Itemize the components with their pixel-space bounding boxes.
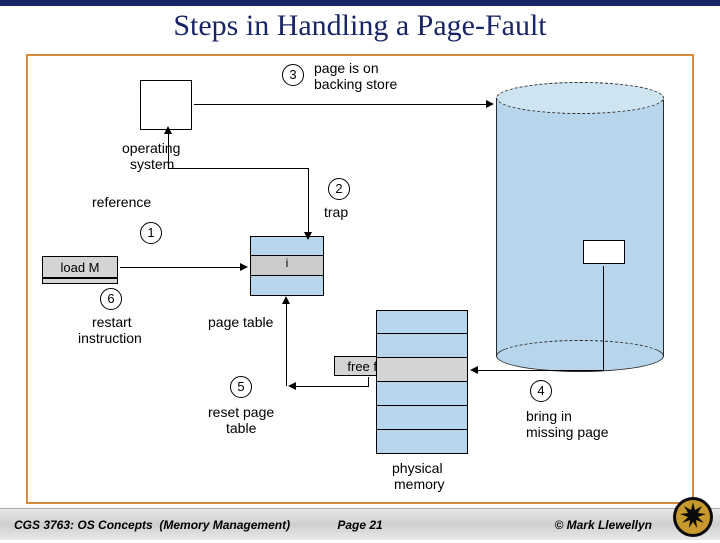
load-m-below (42, 278, 118, 284)
slide-title: Steps in Handling a Page-Fault (0, 9, 720, 43)
footer-copyright: © Mark Llewellyn (554, 518, 652, 532)
label-bring-in: bring in (526, 408, 572, 424)
label-reference: reference (92, 194, 151, 210)
physical-memory (376, 310, 468, 454)
diagram-canvas: operating system 3 page is on backing st… (26, 54, 694, 504)
load-m-box: load M (42, 256, 118, 278)
label-page-is-on: page is on (314, 60, 379, 76)
page-in-store (583, 240, 625, 264)
label-load-m: load M (60, 260, 99, 275)
step-1: 1 (140, 222, 162, 244)
label-trap: trap (324, 204, 348, 220)
footer: CGS 3763: OS Concepts (Memory Management… (0, 508, 720, 540)
step-4: 4 (530, 380, 552, 402)
label-page-table: page table (208, 314, 273, 330)
step-5: 5 (230, 376, 252, 398)
step-3: 3 (282, 64, 304, 86)
os-box (140, 80, 192, 130)
label-physical: physical (392, 460, 443, 476)
label-restart: restart (92, 314, 132, 330)
step-2: 2 (328, 178, 350, 200)
label-instruction: instruction (78, 330, 142, 346)
label-operating: operating (122, 140, 180, 156)
label-backing-store: backing store (314, 76, 397, 92)
step-6: 6 (100, 288, 122, 310)
label-memory: memory (394, 476, 445, 492)
ucf-logo (672, 496, 714, 538)
label-reset-page: reset page (208, 404, 274, 420)
phys-free-frame (376, 358, 468, 382)
backing-store-cylinder (496, 82, 664, 372)
page-table: i (250, 236, 324, 296)
page-table-entry-i: i (250, 256, 324, 276)
label-missing-page: missing page (526, 424, 609, 440)
label-reset-table: table (226, 420, 256, 436)
